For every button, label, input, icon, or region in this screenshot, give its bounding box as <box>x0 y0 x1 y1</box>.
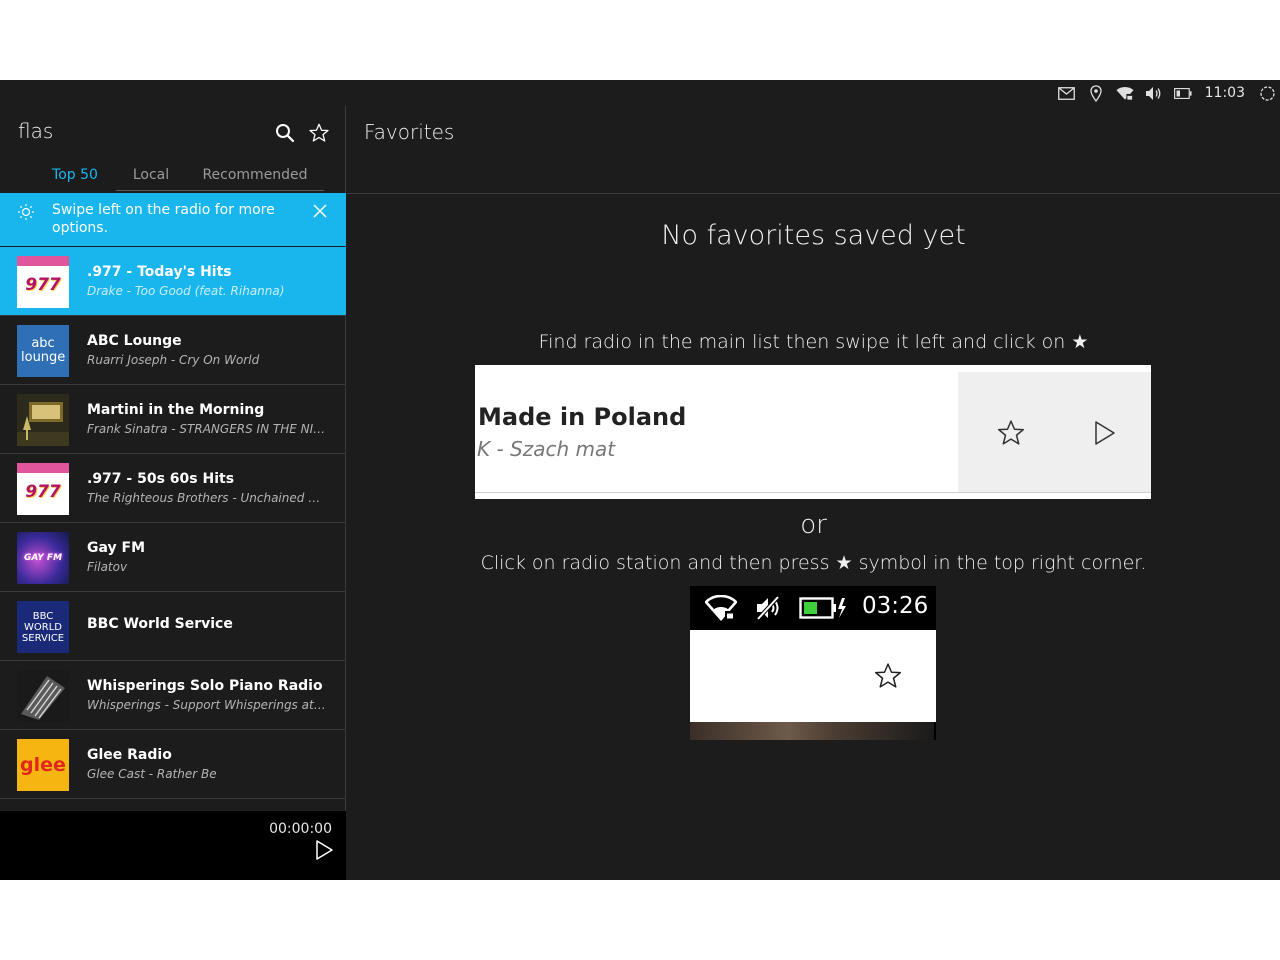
phone-status-bar: 03:26 <box>690 586 936 628</box>
tab-local[interactable]: Local <box>120 161 182 193</box>
station-now-playing: Filatov <box>87 560 128 574</box>
station-logo: GAY FM <box>17 532 69 584</box>
station-now-playing: The Righteous Brothers - Unchained Melod… <box>87 491 327 505</box>
play-button[interactable] <box>313 839 335 861</box>
battery-charging-icon <box>799 597 846 619</box>
click-instruction: Click on radio station and then press ★ … <box>480 552 1147 574</box>
favorites-panel: Favorites No favorites saved yet Find ra… <box>347 106 1280 880</box>
station-logo <box>17 670 69 722</box>
example-station-card: Made in Poland K - Szach mat <box>475 365 1151 499</box>
station-name: .977 - Today's Hits <box>87 264 232 280</box>
close-icon <box>313 204 327 218</box>
phone-content-image <box>690 722 934 740</box>
page-title: Favorites <box>364 120 455 144</box>
station-row[interactable]: Whisperings Solo Piano Radio Whisperings… <box>0 661 346 730</box>
station-now-playing: Whisperings - Support Whisperings at Sol… <box>87 698 327 712</box>
station-name: BBC World Service <box>87 616 233 632</box>
lightbulb-icon <box>17 203 35 221</box>
station-name: ABC Lounge <box>87 333 182 349</box>
station-list: 977 .977 - Today's Hits Drake - Too Good… <box>0 247 346 810</box>
volume-icon[interactable] <box>1145 84 1163 102</box>
search-icon <box>276 124 295 143</box>
station-logo: 977 <box>17 256 69 308</box>
example-station-subtitle: K - Szach mat <box>477 437 616 461</box>
tab-bar: Top 50 Local Recommended <box>0 161 346 193</box>
elapsed-time: 00:00:00 <box>269 821 332 837</box>
favorites-button[interactable] <box>308 122 330 144</box>
star-outline-icon <box>309 123 329 142</box>
phone-clock: 03:26 <box>862 593 929 619</box>
station-row[interactable]: abc lounge ABC Lounge Ruarri Joseph - Cr… <box>0 316 346 385</box>
station-row[interactable]: BBC WORLD SERVICE BBC World Service <box>0 592 346 661</box>
search-button[interactable] <box>274 122 296 144</box>
clock: 11:03 <box>1204 85 1245 101</box>
status-bar: 11:03 <box>0 80 1280 106</box>
header-divider <box>347 193 1280 194</box>
station-name: Martini in the Morning <box>87 402 265 418</box>
location-icon[interactable] <box>1087 84 1105 102</box>
divider <box>475 492 1151 493</box>
station-logo: glee <box>17 739 69 791</box>
station-logo: BBC WORLD SERVICE <box>17 601 69 653</box>
hint-text: Swipe left on the radio for more options… <box>52 202 275 236</box>
station-name: .977 - 50s 60s Hits <box>87 471 235 487</box>
example-station-name: Made in Poland <box>478 403 687 431</box>
or-separator: or <box>800 510 827 540</box>
muted-speaker-icon <box>756 595 780 621</box>
wifi-icon <box>705 595 737 621</box>
battery-icon[interactable] <box>1173 84 1192 102</box>
star-outline-icon <box>996 418 1026 448</box>
example-phone-screenshot: 03:26 <box>690 586 936 740</box>
swipe-actions-area <box>958 372 1151 492</box>
station-name: Whisperings Solo Piano Radio <box>87 678 323 694</box>
station-row[interactable]: GAY FM Gay FM Filatov <box>0 523 346 592</box>
station-now-playing: Drake - Too Good (feat. Rihanna) <box>87 284 285 298</box>
station-row[interactable]: glee Glee Radio Glee Cast - Rather Be <box>0 730 346 799</box>
station-name: Gay FM <box>87 540 146 556</box>
station-now-playing: Frank Sinatra - STRANGERS IN THE NIGHT <box>87 422 327 436</box>
power-icon[interactable] <box>1258 84 1276 102</box>
app-screen: 11:03 flas Top 50 Local Recommended Swip <box>0 80 1280 880</box>
station-panel: flas Top 50 Local Recommended Swipe left… <box>0 106 346 880</box>
wifi-icon[interactable] <box>1116 84 1134 102</box>
tab-top-50[interactable]: Top 50 <box>42 161 108 193</box>
close-hint-button[interactable] <box>310 201 330 221</box>
envelope-icon[interactable] <box>1058 84 1076 102</box>
station-logo <box>17 394 69 446</box>
station-row[interactable]: Martini in the Morning Frank Sinatra - S… <box>0 385 346 454</box>
left-header: flas <box>0 106 346 161</box>
tab-underline <box>116 190 324 191</box>
app-title: flas <box>18 119 54 143</box>
play-icon <box>1090 418 1118 448</box>
player-bar: 00:00:00 <box>0 811 346 880</box>
station-now-playing: Ruarri Joseph - Cry On World <box>87 353 260 367</box>
station-logo: abc lounge <box>17 325 69 377</box>
station-now-playing: Glee Cast - Rather Be <box>87 767 217 781</box>
empty-state-title: No favorites saved yet <box>661 220 966 251</box>
tab-recommended[interactable]: Recommended <box>192 161 318 193</box>
swipe-instruction: Find radio in the main list then swipe i… <box>538 331 1089 353</box>
station-name: Glee Radio <box>87 747 172 763</box>
station-row[interactable]: 977 .977 - Today's Hits Drake - Too Good… <box>0 247 346 316</box>
star-outline-icon <box>873 661 903 691</box>
hint-banner: Swipe left on the radio for more options… <box>0 193 346 246</box>
station-row[interactable]: 977 .977 - 50s 60s Hits The Righteous Br… <box>0 454 346 523</box>
station-logo: 977 <box>17 463 69 515</box>
play-icon <box>316 840 333 860</box>
